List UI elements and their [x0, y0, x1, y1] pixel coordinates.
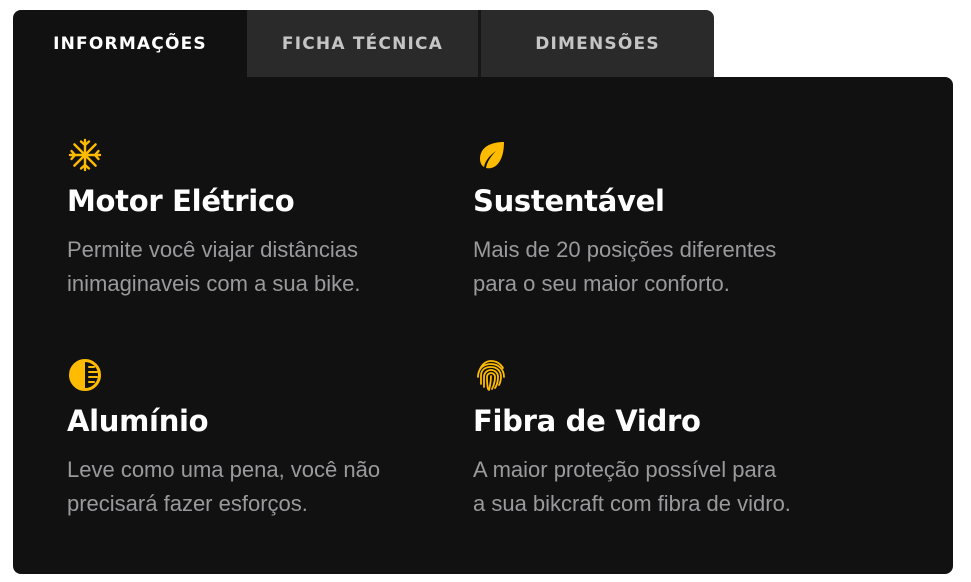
feature-description-line: para o seu maior conforto.	[473, 271, 730, 296]
contrast-icon	[67, 357, 447, 393]
feature-description-line: Mais de 20 posições diferentes	[473, 237, 777, 262]
feature-description-line: Permite você viajar distâncias	[67, 237, 359, 262]
feature-sustentavel: Sustentável Mais de 20 posições diferent…	[473, 137, 853, 301]
tab-label: FICHA TÉCNICA	[281, 33, 444, 54]
feature-description: Mais de 20 posições diferentes para o se…	[473, 233, 853, 301]
snowflake-icon	[67, 137, 447, 173]
fingerprint-icon	[473, 357, 853, 393]
feature-description-line: inimaginaveis com a sua bike.	[67, 271, 361, 296]
tab-label: INFORMAÇÕES	[53, 33, 207, 54]
leaf-icon	[473, 137, 853, 173]
tab-informacoes[interactable]: INFORMAÇÕES	[13, 10, 247, 77]
feature-title: Alumínio	[67, 404, 209, 438]
feature-motor-eletrico: Motor Elétrico Permite você viajar distâ…	[67, 137, 447, 301]
feature-fibra-de-vidro: Fibra de Vidro A maior proteção possível…	[473, 357, 853, 521]
feature-aluminio: Alumínio Leve como uma pena, você não pr…	[67, 357, 447, 521]
tab-bar: INFORMAÇÕES FICHA TÉCNICA DIMENSÕES	[13, 10, 714, 77]
feature-description-line: precisará fazer esforços.	[67, 491, 308, 516]
feature-description: Permite você viajar distâncias inimagina…	[67, 233, 447, 301]
feature-description-line: Leve como uma pena, você não	[67, 457, 381, 482]
feature-description: Leve como uma pena, você não precisará f…	[67, 453, 447, 521]
tab-label: DIMENSÕES	[535, 33, 660, 54]
feature-title: Fibra de Vidro	[473, 404, 701, 438]
feature-description-line: A maior proteção possível para	[473, 457, 777, 482]
feature-title: Sustentável	[473, 184, 665, 218]
tab-ficha-tecnica[interactable]: FICHA TÉCNICA	[247, 10, 481, 77]
product-info-widget: INFORMAÇÕES FICHA TÉCNICA DIMENSÕES Moto…	[13, 10, 953, 574]
feature-description: A maior proteção possível para a sua bik…	[473, 453, 853, 521]
tab-dimensoes[interactable]: DIMENSÕES	[481, 10, 714, 77]
tab-panel-informacoes: Motor Elétrico Permite você viajar distâ…	[13, 77, 953, 574]
feature-title: Motor Elétrico	[67, 184, 295, 218]
feature-description-line: a sua bikcraft com fibra de vidro.	[473, 491, 791, 516]
